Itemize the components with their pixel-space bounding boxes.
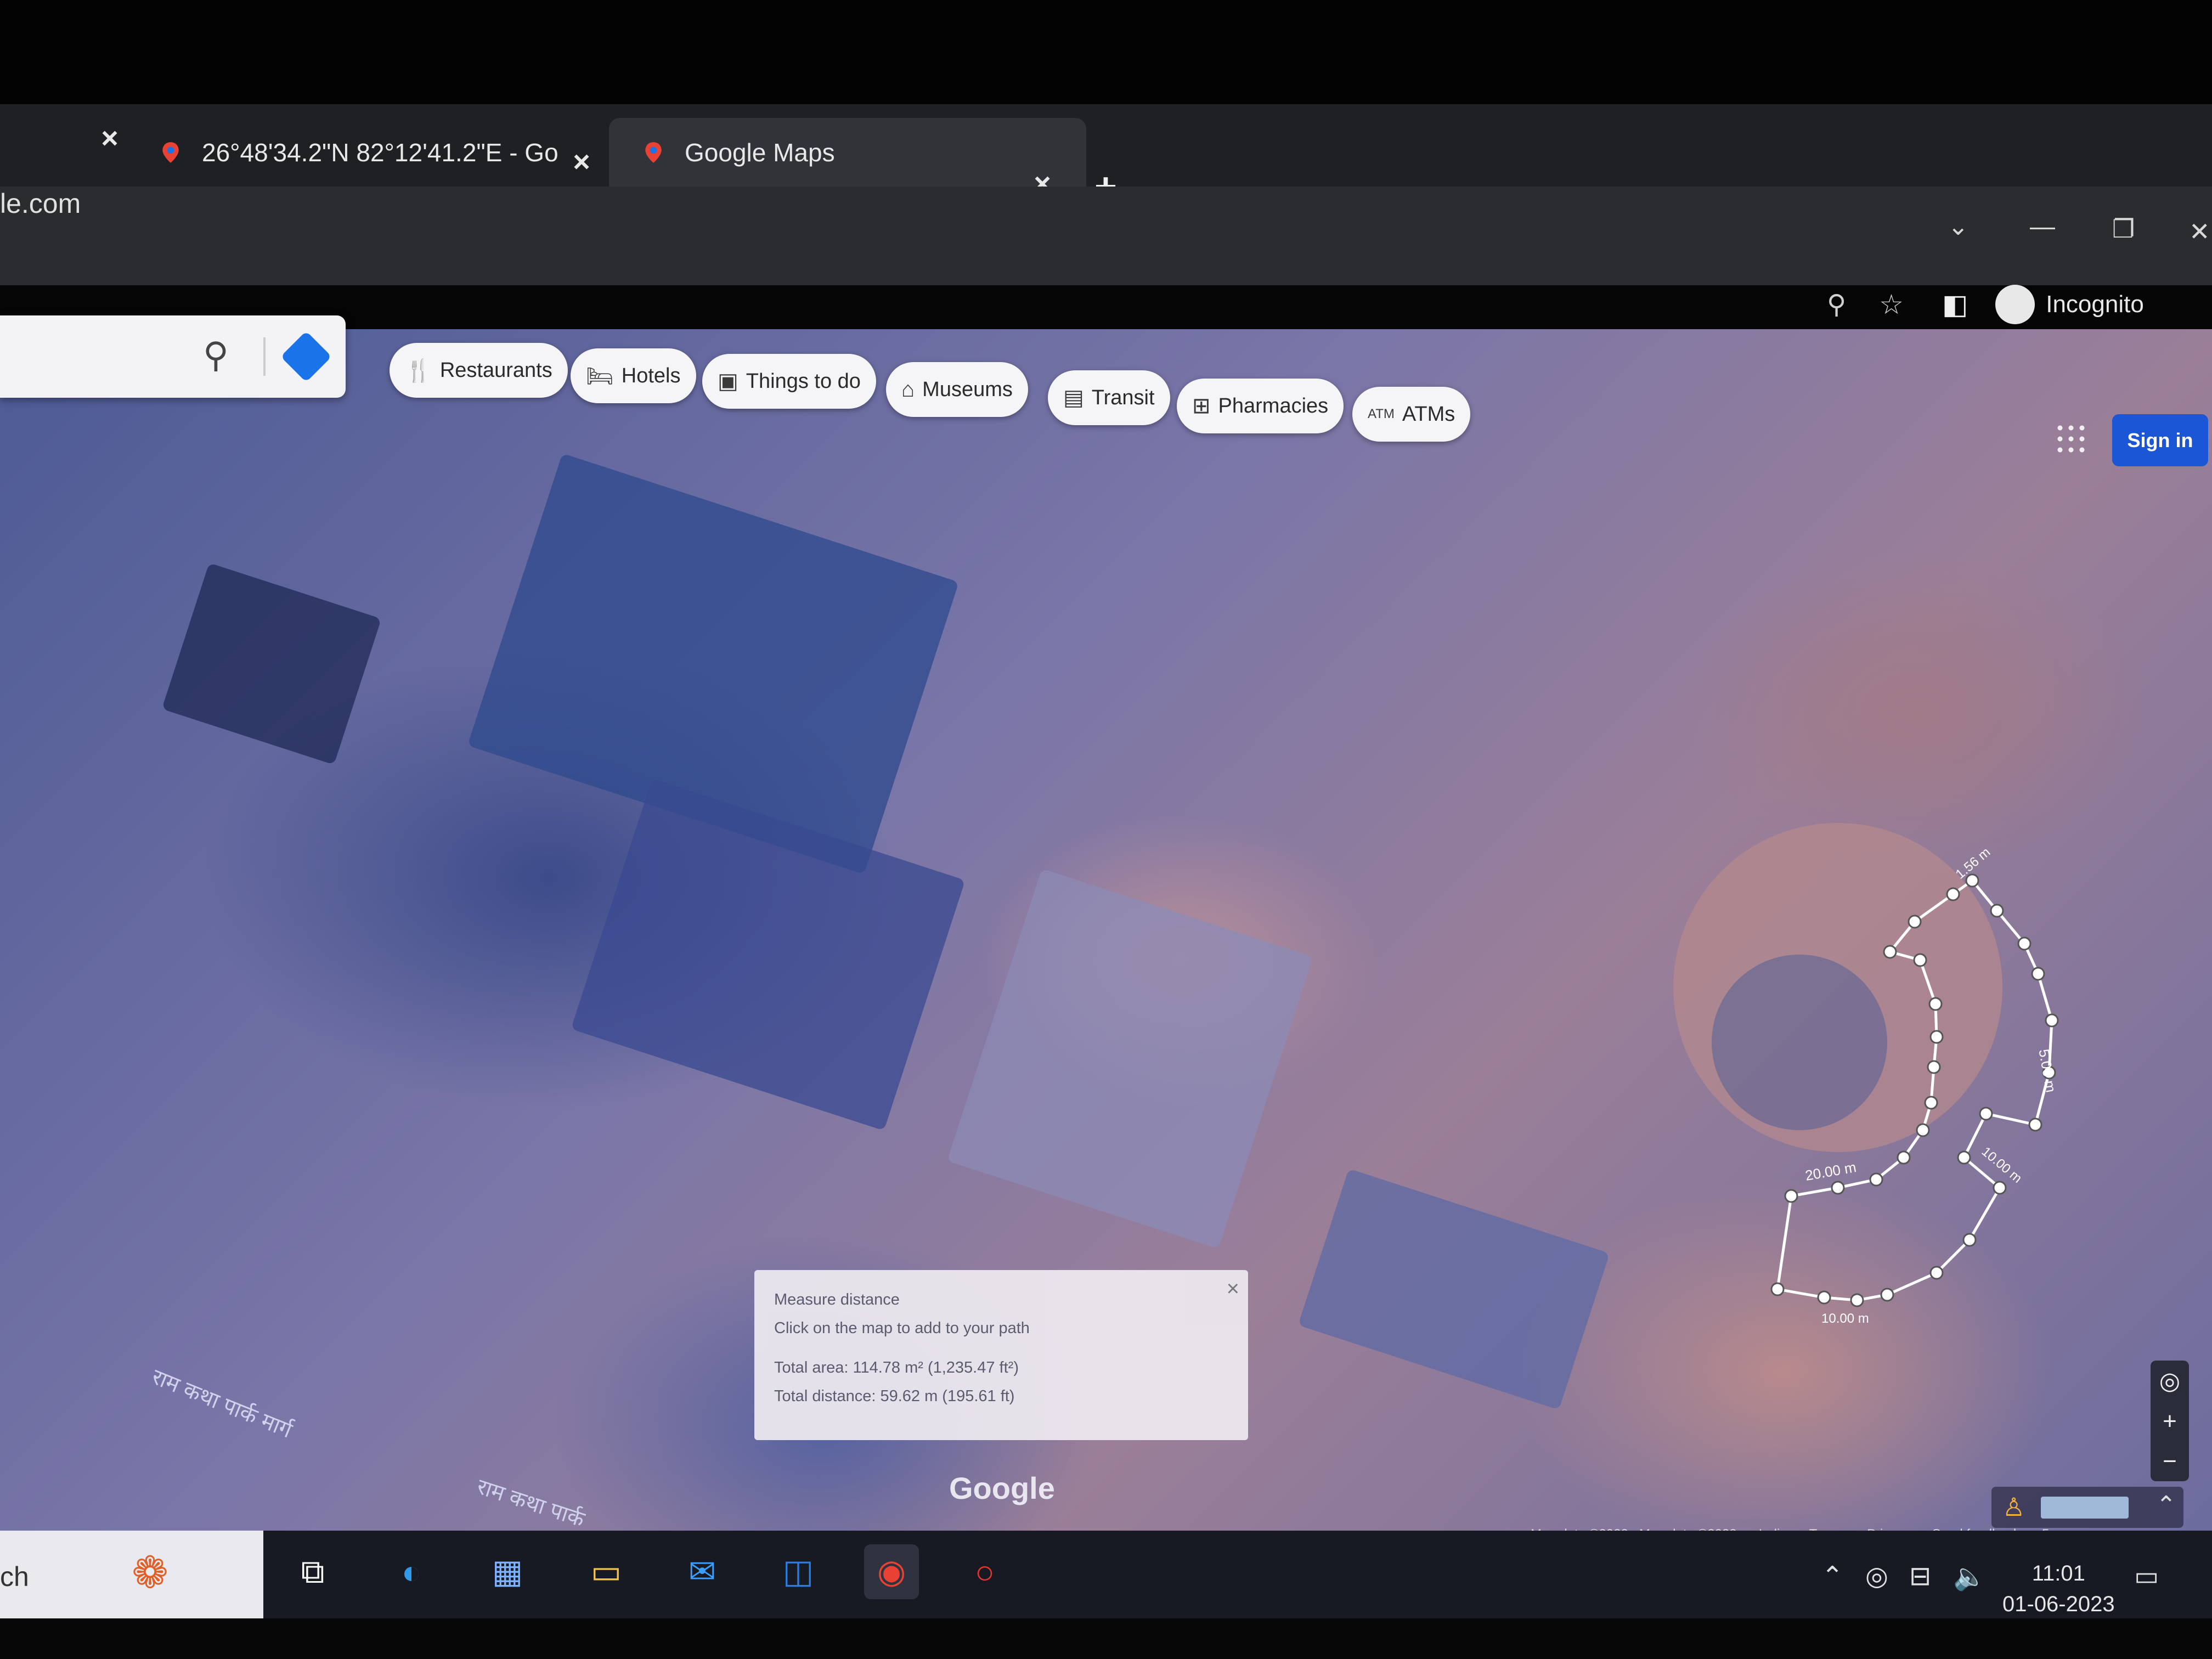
chip-museums[interactable]: ⌂ Museums [886, 362, 1028, 417]
camera-icon: ▣ [718, 369, 738, 393]
tab-close-button-0[interactable]: × [93, 122, 126, 155]
maps-favicon-icon [162, 142, 179, 163]
measure-total-area: Total area: 114.78 m² (1,235.47 ft²) [774, 1359, 1019, 1376]
screen-bezel-top [0, 0, 2212, 104]
taskbar-search-text: ch [0, 1561, 29, 1592]
chip-label: Transit [1091, 386, 1155, 409]
chip-label: Hotels [621, 364, 681, 387]
measure-title: Measure distance [774, 1291, 900, 1308]
network-icon[interactable]: ⊟ [1909, 1561, 1931, 1592]
tray-chevron-up-icon[interactable]: ⌃ [1821, 1561, 1843, 1592]
chevron-up-icon[interactable]: ⌃ [2156, 1491, 2176, 1519]
museum-icon: ⌂ [901, 377, 915, 402]
google-logo: Google [949, 1471, 1055, 1505]
outlook-icon[interactable]: ◫ [771, 1544, 826, 1599]
pharmacy-icon: ⊞ [1192, 394, 1211, 418]
file-explorer-icon[interactable]: ▭ [579, 1544, 634, 1599]
directions-icon[interactable] [280, 331, 332, 382]
map-courtyard [947, 868, 1313, 1249]
tab-title: 26°48'34.2"N 82°12'41.2"E - Go [202, 138, 558, 167]
chip-transit[interactable]: ▤ Transit [1048, 370, 1170, 425]
tab-search-icon[interactable]: ⌄ [1948, 211, 1969, 241]
pegman-icon[interactable]: ♙ [2002, 1492, 2025, 1522]
atm-icon: ATM [1368, 407, 1395, 421]
chip-label: Museums [922, 377, 1013, 401]
layers-strip[interactable]: ♙ ⌃ [1991, 1487, 2183, 1528]
incognito-label: Incognito [2046, 291, 2144, 318]
sign-in-button[interactable]: Sign in [2112, 414, 2208, 466]
transit-icon: ▤ [1063, 386, 1084, 410]
map-thumbnails[interactable] [2041, 1497, 2129, 1519]
zoom-search-icon[interactable]: ⚲ [1827, 289, 1846, 320]
volume-icon[interactable]: 🔈 [1953, 1561, 1986, 1592]
coral-fish-icon: ❁ [132, 1548, 169, 1597]
map-plaza-center [1712, 955, 1887, 1130]
screen-bezel-bottom [0, 1618, 2212, 1659]
clock-time: 11:01 [2032, 1561, 2085, 1585]
chip-restaurants[interactable]: 🍴 Restaurants [390, 343, 568, 398]
maps-favicon-icon [645, 142, 662, 163]
google-apps-icon[interactable] [2055, 422, 2087, 455]
incognito-icon[interactable] [1995, 285, 2035, 324]
chip-label: Things to do [746, 369, 861, 393]
map-rooftop [161, 562, 382, 765]
side-panel-icon[interactable]: ◧ [1942, 289, 1968, 320]
maps-search-box[interactable]: ⚲ [0, 315, 346, 398]
minimize-icon[interactable]: — [2030, 211, 2055, 241]
map-zoom-controls: ◎ + − [2151, 1361, 2189, 1481]
measure-distance-panel: × Measure distance Click on the map to a… [754, 1270, 1248, 1440]
hotel-icon: 🛏 [586, 364, 614, 388]
chip-things-to-do[interactable]: ▣ Things to do [702, 354, 876, 409]
chip-pharmacies[interactable]: ⊞ Pharmacies [1177, 379, 1344, 433]
bookmark-star-icon[interactable]: ☆ [1879, 289, 1904, 320]
clock-date: 01-06-2023 [2002, 1592, 2115, 1616]
restore-icon[interactable]: ❐ [2112, 214, 2135, 244]
measure-total-distance: Total distance: 59.62 m (195.61 ft) [774, 1387, 1015, 1405]
search-divider [263, 337, 266, 376]
task-view-icon[interactable]: ⧉ [285, 1544, 340, 1599]
tab-coordinates[interactable]: 26°48'34.2"N 82°12'41.2"E - Go [159, 118, 587, 187]
map-building [571, 778, 966, 1131]
chip-label: ATMs [1402, 402, 1455, 426]
address-bar-url[interactable]: le.com [0, 188, 81, 219]
zoom-out-button[interactable]: − [2163, 1448, 2177, 1475]
browser-toolbar: ⚲ ☆ ◧ Incognito [1827, 272, 2144, 337]
my-location-icon[interactable]: ◎ [2159, 1367, 2180, 1395]
tab-close-button-1[interactable]: × [565, 145, 598, 178]
map-building [1297, 1169, 1610, 1410]
chip-label: Pharmacies [1218, 394, 1329, 417]
taskbar-clock[interactable]: 11:01 01-06-2023 [2002, 1558, 2115, 1620]
close-window-icon[interactable]: ✕ [2189, 217, 2210, 246]
chip-label: Restaurants [439, 358, 552, 382]
tab-google-maps[interactable]: Google Maps [609, 118, 1086, 187]
close-icon[interactable]: × [1227, 1274, 1239, 1303]
opera-icon[interactable]: ○ [957, 1544, 1012, 1599]
tab-title: Google Maps [685, 138, 835, 167]
taskbar-search[interactable]: ch ❁ [0, 1531, 263, 1618]
address-bar-area [0, 187, 2212, 285]
chip-hotels[interactable]: 🛏 Hotels [571, 348, 696, 403]
chrome-icon[interactable]: ◉ [864, 1544, 919, 1599]
restaurant-icon: 🍴 [405, 358, 432, 383]
zoom-in-button[interactable]: + [2163, 1408, 2177, 1435]
chip-atms[interactable]: ATM ATMs [1352, 387, 1471, 442]
mail-icon[interactable]: ✉ [675, 1544, 730, 1599]
tray-meet-icon[interactable]: ◎ [1865, 1561, 1888, 1592]
edge-icon[interactable]: ◐ [384, 1544, 439, 1599]
segment-label: 10.00 m [1821, 1311, 1869, 1326]
store-icon[interactable]: ▦ [480, 1544, 535, 1599]
notification-icon[interactable]: ▭ [2134, 1561, 2159, 1592]
measure-hint: Click on the map to add to your path [774, 1319, 1030, 1337]
search-icon[interactable]: ⚲ [203, 335, 229, 376]
